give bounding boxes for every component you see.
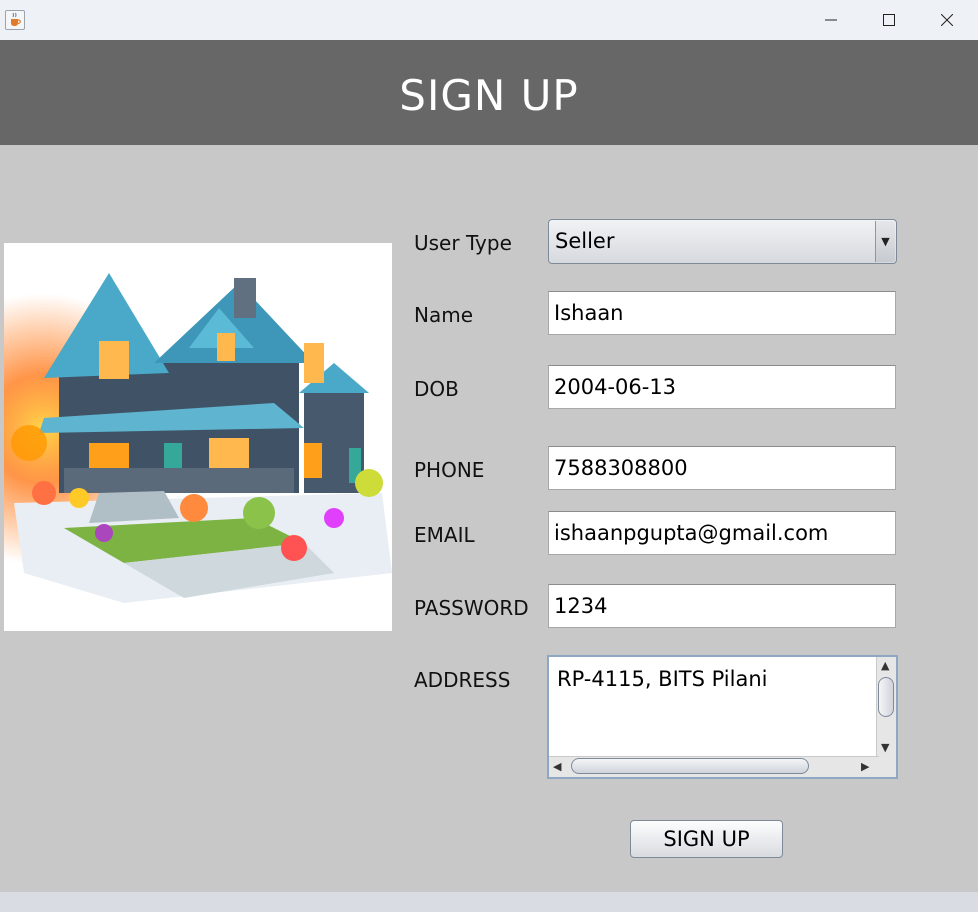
dob-field[interactable]: 2004-06-13 xyxy=(548,365,896,409)
window-bottom-edge xyxy=(0,892,978,912)
scroll-right-icon[interactable]: ▶ xyxy=(861,760,869,773)
address-text: RP-4115, BITS Pilani xyxy=(557,667,768,691)
chevron-down-icon[interactable]: ▼ xyxy=(875,221,895,262)
maximize-icon xyxy=(883,14,895,26)
signup-form-panel: User Type Seller ▼ Name Ishaan DOB 2004-… xyxy=(0,145,978,892)
scroll-up-icon[interactable]: ▲ xyxy=(881,659,889,672)
email-label: EMAIL xyxy=(414,523,475,547)
password-field[interactable]: 1234 xyxy=(548,584,896,628)
sign-up-button[interactable]: SIGN UP xyxy=(630,820,783,858)
user-type-label: User Type xyxy=(414,231,512,255)
name-field[interactable]: Ishaan xyxy=(548,291,896,335)
close-icon xyxy=(941,14,953,26)
page-title: SIGN UP xyxy=(399,71,579,120)
horizontal-scrollbar[interactable]: ◀ ▶ xyxy=(549,756,879,777)
scroll-left-icon[interactable]: ◀ xyxy=(553,760,561,773)
address-textarea[interactable]: RP-4115, BITS Pilani ▲ ▼ ◀ ▶ xyxy=(547,655,898,779)
scroll-down-icon[interactable]: ▼ xyxy=(881,741,889,754)
house-image xyxy=(4,243,392,631)
user-type-dropdown[interactable]: Seller ▼ xyxy=(548,219,897,264)
vertical-scroll-thumb[interactable] xyxy=(878,677,894,717)
window-titlebar xyxy=(0,0,978,40)
minimize-button[interactable] xyxy=(802,0,860,40)
close-button[interactable] xyxy=(918,0,976,40)
vertical-scrollbar[interactable]: ▲ ▼ xyxy=(876,657,896,757)
phone-field[interactable]: 7588308800 xyxy=(548,446,896,490)
scroll-corner xyxy=(877,757,896,777)
name-label: Name xyxy=(414,303,474,327)
java-cup-icon xyxy=(5,10,25,30)
minimize-icon xyxy=(825,19,837,21)
page-header: SIGN UP xyxy=(0,40,978,145)
user-type-selected: Seller xyxy=(555,229,615,253)
phone-label: PHONE xyxy=(414,458,485,482)
horizontal-scroll-thumb[interactable] xyxy=(571,758,809,774)
dob-label: DOB xyxy=(414,377,459,401)
maximize-button[interactable] xyxy=(860,0,918,40)
password-label: PASSWORD xyxy=(414,596,529,620)
email-field[interactable]: ishaanpgupta@gmail.com xyxy=(548,511,896,555)
address-label: ADDRESS xyxy=(414,668,511,692)
